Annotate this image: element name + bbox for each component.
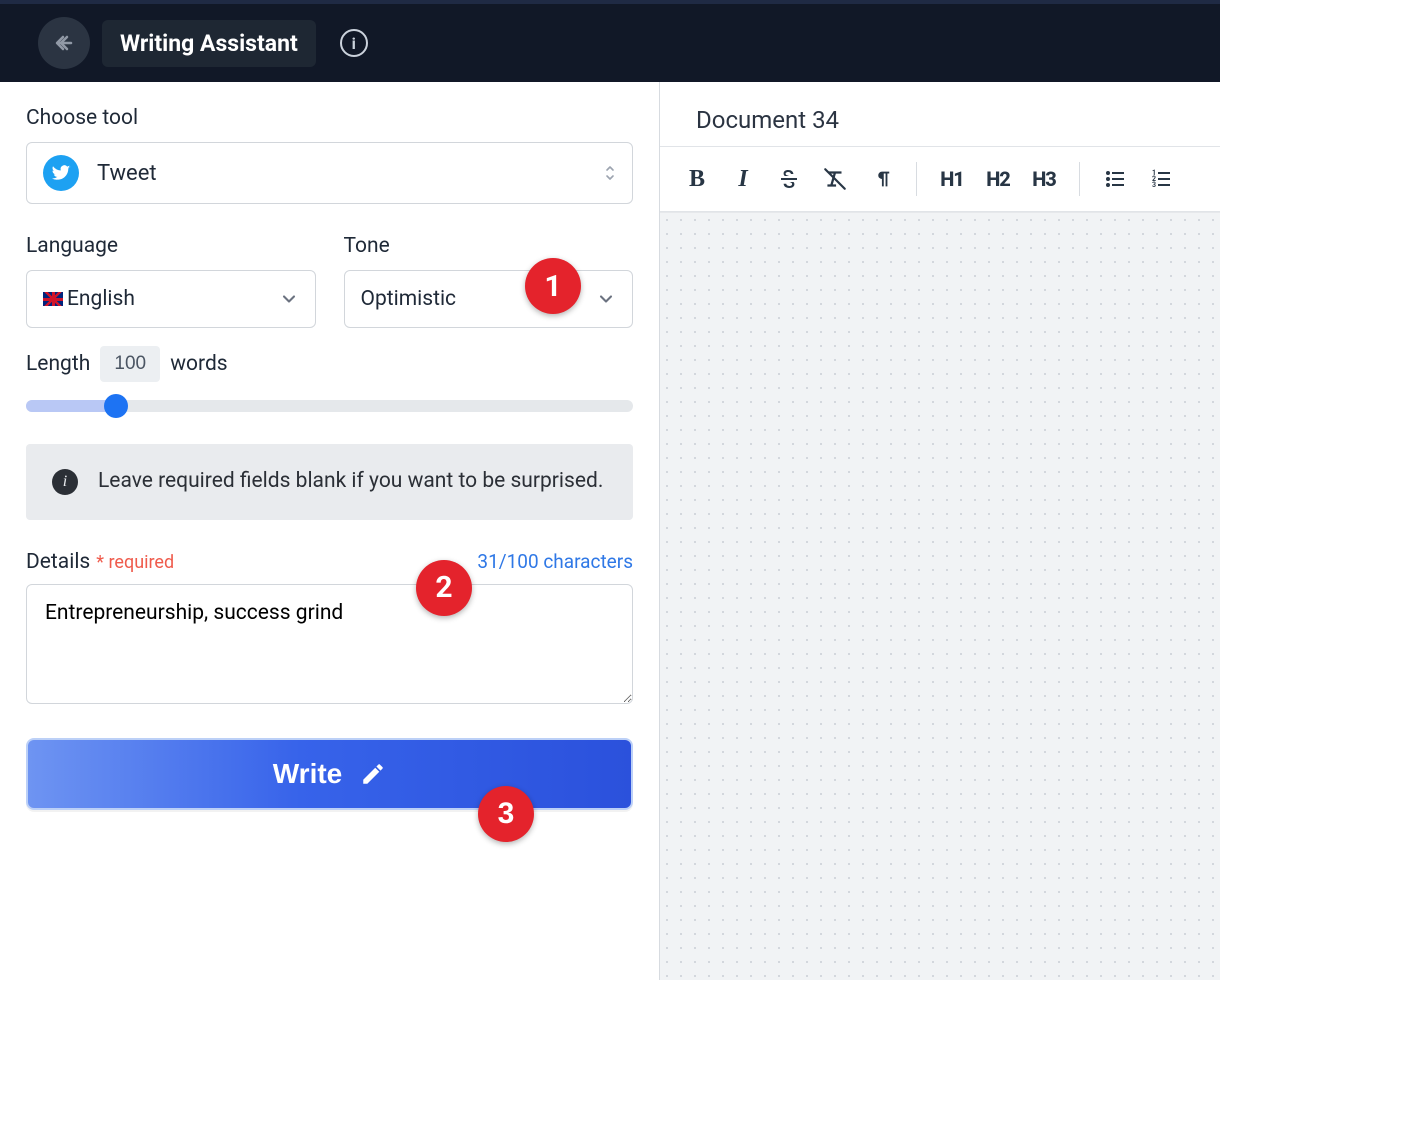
bold-button[interactable]: B: [676, 159, 718, 199]
clear-format-icon: [822, 166, 848, 192]
numbered-list-icon: 123: [1149, 167, 1173, 191]
language-value: English: [67, 287, 135, 311]
details-required: * required: [96, 552, 174, 573]
sort-caret-icon: [604, 164, 616, 182]
svg-text:3: 3: [1152, 181, 1156, 189]
h2-button[interactable]: H2: [977, 159, 1019, 199]
tone-label: Tone: [344, 234, 634, 258]
app-header: Writing Assistant i: [0, 0, 1220, 82]
choose-tool-label: Choose tool: [26, 106, 633, 130]
document-panel: Document 34 B I H1 H2 H3 123: [660, 82, 1220, 980]
info-banner: i Leave required fields blank if you wan…: [26, 444, 633, 520]
strikethrough-button[interactable]: [768, 159, 810, 199]
h1-button[interactable]: H1: [931, 159, 973, 199]
bullet-list-icon: [1103, 167, 1127, 191]
toolbar-separator: [1079, 162, 1080, 196]
document-title[interactable]: Document 34: [696, 106, 1184, 134]
length-unit: words: [170, 352, 227, 376]
tool-select[interactable]: Tweet: [26, 142, 633, 204]
slider-thumb[interactable]: [104, 394, 128, 418]
bullet-list-button[interactable]: [1094, 159, 1136, 199]
toolbar-separator: [916, 162, 917, 196]
info-icon: i: [352, 34, 356, 53]
write-button-label: Write: [273, 758, 343, 790]
paragraph-button[interactable]: [860, 159, 902, 199]
pencil-icon: [360, 761, 386, 787]
tone-select[interactable]: Optimistic: [344, 270, 634, 328]
strikethrough-icon: [777, 167, 801, 191]
write-button[interactable]: Write 3: [26, 738, 633, 810]
details-label: Details: [26, 550, 90, 574]
config-panel: Choose tool Tweet Language English: [0, 82, 660, 980]
editor-canvas[interactable]: [660, 212, 1220, 980]
details-charcount: 31/100 characters: [477, 550, 633, 573]
annotation-badge-3: 3: [478, 786, 534, 842]
back-button[interactable]: [38, 17, 90, 69]
chevron-down-icon: [596, 289, 616, 309]
header-info-button[interactable]: i: [340, 29, 368, 57]
twitter-icon: [43, 155, 79, 191]
uk-flag-icon: [43, 292, 63, 306]
chevron-down-icon: [279, 289, 299, 309]
arrow-left-icon: [52, 31, 76, 55]
tone-value: Optimistic: [361, 287, 457, 311]
length-slider[interactable]: [26, 394, 633, 418]
app-title: Writing Assistant: [102, 20, 316, 67]
h3-button[interactable]: H3: [1023, 159, 1065, 199]
details-textarea[interactable]: [26, 584, 633, 704]
info-text: Leave required fields blank if you want …: [98, 466, 603, 498]
editor-toolbar: B I H1 H2 H3 123: [660, 146, 1220, 212]
numbered-list-button[interactable]: 123: [1140, 159, 1182, 199]
clear-format-button[interactable]: [814, 159, 856, 199]
tool-name: Tweet: [97, 161, 157, 186]
slider-fill: [26, 400, 116, 412]
length-label: Length: [26, 352, 90, 376]
language-select[interactable]: English: [26, 270, 316, 328]
italic-button[interactable]: I: [722, 159, 764, 199]
language-label: Language: [26, 234, 316, 258]
pilcrow-icon: [870, 168, 892, 190]
info-icon: i: [52, 469, 78, 495]
length-input[interactable]: [100, 346, 160, 382]
